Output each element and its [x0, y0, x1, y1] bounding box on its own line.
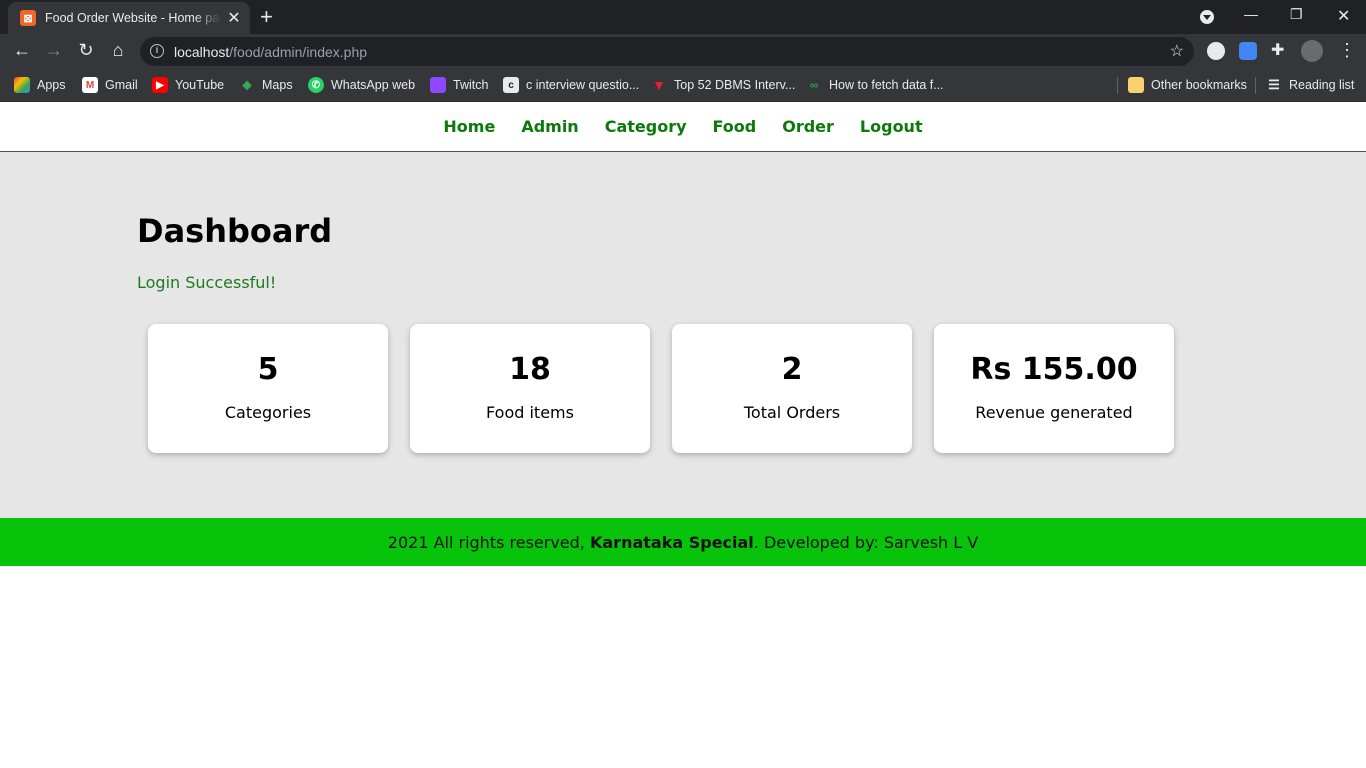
page-blank-area: [0, 566, 1366, 768]
bookmark-separator: [1117, 77, 1118, 94]
close-window-icon[interactable]: ✕: [1337, 6, 1350, 26]
web-page: Home Admin Category Food Order Logout Da…: [0, 102, 1366, 768]
maps-pin-icon: ⬥: [242, 77, 252, 92]
bookmark-twitch[interactable]: Twitch: [430, 77, 488, 93]
link-icon: ∞: [809, 78, 819, 92]
bookmark-star-icon[interactable]: ☆: [1170, 41, 1184, 61]
nav-admin[interactable]: Admin: [521, 117, 578, 136]
browser-toolbar: ← → ↻ ⌂ i localhost/food/admin/index.php…: [0, 34, 1366, 69]
bookmark-label: Gmail: [105, 78, 138, 92]
bookmark-label: Top 52 DBMS Interv...: [674, 78, 796, 92]
bookmark-gmail[interactable]: M Gmail: [82, 77, 138, 93]
bookmark-fetch-data[interactable]: ∞ How to fetch data f...: [806, 77, 944, 93]
twitch-icon: [430, 77, 446, 93]
nav-food[interactable]: Food: [713, 117, 757, 136]
site-info-icon[interactable]: i: [150, 44, 164, 58]
extension-shield-icon[interactable]: [1207, 42, 1225, 60]
extensions-puzzle-icon[interactable]: ✚: [1271, 40, 1289, 59]
profile-avatar[interactable]: [1301, 40, 1323, 62]
stat-card-total-orders: 2 Total Orders: [672, 324, 912, 453]
bookmark-apps[interactable]: Apps: [14, 77, 66, 93]
bookmark-youtube[interactable]: ▶ YouTube: [152, 77, 224, 93]
bookmark-label: How to fetch data f...: [829, 78, 944, 92]
browser-tab-bar: ⊠ Food Order Website - Home page ✕ + — ❐…: [0, 0, 1366, 34]
restore-icon[interactable]: ❐: [1290, 6, 1303, 23]
home-icon[interactable]: ⌂: [107, 40, 129, 61]
reading-list-label: Reading list: [1289, 78, 1355, 92]
reload-icon[interactable]: ↻: [75, 40, 97, 61]
folder-icon: [1128, 77, 1144, 93]
login-success-message: Login Successful!: [137, 273, 277, 292]
nav-category[interactable]: Category: [605, 117, 687, 136]
stat-value: 2: [781, 352, 803, 387]
gmail-icon: M: [82, 77, 98, 93]
back-icon[interactable]: ←: [11, 40, 33, 61]
bookmark-label: c interview questio...: [526, 78, 640, 92]
url-path: /food/admin/index.php: [229, 44, 368, 60]
footer-suffix: . Developed by: Sarvesh L V: [753, 532, 979, 552]
whatsapp-icon: ✆: [308, 77, 324, 93]
stat-value: Rs 155.00: [970, 352, 1138, 387]
nav-home[interactable]: Home: [443, 117, 495, 136]
page-title: Dashboard: [137, 212, 333, 250]
bookmark-label: Twitch: [453, 78, 489, 92]
stat-label: Revenue generated: [975, 403, 1133, 422]
bookmarks-bar: Apps M Gmail ▶ YouTube ⬥ Maps ✆ WhatsApp web…: [0, 69, 1366, 102]
close-tab-icon[interactable]: ✕: [226, 8, 242, 28]
google-translate-icon[interactable]: [1239, 42, 1257, 60]
reading-list-icon: ☰: [1268, 77, 1280, 92]
bookmark-c-interview[interactable]: c c interview questio...: [503, 77, 639, 93]
stat-value: 5: [257, 352, 279, 387]
site-navigation: Home Admin Category Food Order Logout: [0, 102, 1366, 152]
stat-card-categories: 5 Categories: [148, 324, 388, 453]
stat-value: 18: [509, 352, 551, 387]
bookmark-dbms[interactable]: ▼ Top 52 DBMS Interv...: [651, 77, 795, 93]
stat-label: Food items: [486, 403, 574, 422]
triangle-icon: ▼: [652, 77, 666, 93]
other-bookmarks[interactable]: Other bookmarks: [1128, 77, 1247, 93]
tab-title: Food Order Website - Home page: [45, 11, 221, 25]
nav-logout[interactable]: Logout: [860, 117, 923, 136]
bookmark-label: Apps: [37, 78, 66, 92]
new-tab-icon[interactable]: +: [260, 6, 273, 28]
stat-card-revenue: Rs 155.00 Revenue generated: [934, 324, 1174, 453]
minimize-icon[interactable]: —: [1244, 6, 1258, 22]
url-host: localhost: [174, 44, 230, 60]
browser-menu-icon[interactable]: ⋮: [1338, 40, 1356, 61]
reading-list[interactable]: ☰ Reading list: [1266, 77, 1354, 93]
footer-brand: Karnataka Special: [589, 532, 754, 552]
stat-card-food-items: 18 Food items: [410, 324, 650, 453]
apps-grid-icon: [14, 77, 30, 93]
stat-label: Total Orders: [743, 403, 841, 422]
bookmark-label: YouTube: [175, 78, 225, 92]
stat-label: Categories: [224, 403, 312, 422]
bookmark-whatsapp[interactable]: ✆ WhatsApp web: [308, 77, 415, 93]
nav-order[interactable]: Order: [782, 117, 834, 136]
browser-tab[interactable]: ⊠ Food Order Website - Home page ✕: [8, 2, 250, 34]
tab-search-icon[interactable]: [1200, 10, 1214, 24]
footer-prefix: 2021 All rights reserved,: [387, 532, 590, 552]
main-content: Dashboard Login Successful! 5 Categories…: [0, 152, 1366, 518]
page-icon: c: [503, 77, 519, 93]
other-bookmarks-label: Other bookmarks: [1151, 78, 1247, 92]
bookmark-label: Maps: [262, 78, 293, 92]
bookmark-maps[interactable]: ⬥ Maps: [239, 77, 293, 93]
url-text: localhost/food/admin/index.php: [174, 44, 367, 60]
xampp-favicon-icon: ⊠: [20, 10, 36, 26]
address-bar[interactable]: i localhost/food/admin/index.php ☆: [140, 37, 1194, 66]
bookmark-label: WhatsApp web: [331, 78, 416, 92]
youtube-icon: ▶: [152, 77, 168, 93]
bookmark-separator: [1255, 77, 1256, 94]
forward-icon[interactable]: →: [43, 40, 65, 61]
site-footer: 2021 All rights reserved, Karnataka Spec…: [0, 518, 1366, 566]
